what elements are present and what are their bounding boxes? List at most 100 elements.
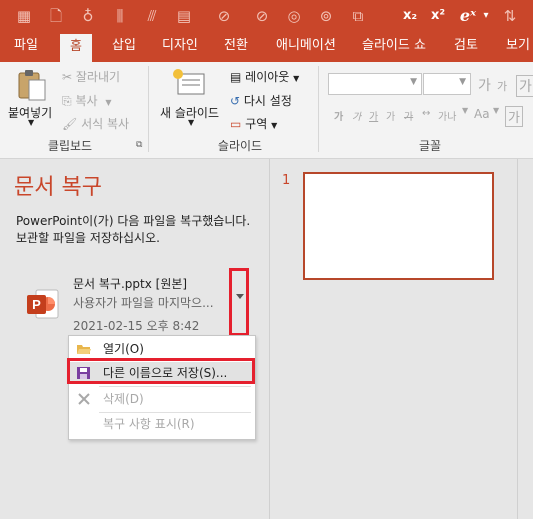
cut-label: 잘라내기 xyxy=(75,70,121,84)
chevron-down-icon: ▼ xyxy=(493,106,500,115)
file-name[interactable]: 문서 복구.pptx [원본] xyxy=(73,275,187,292)
menu-item-label: 복구 사항 표시(R) xyxy=(103,417,195,431)
menu-item-show-repairs[interactable]: 복구 사항 표시(R) xyxy=(69,413,253,435)
section-label: 구역 xyxy=(245,117,268,131)
underline-button[interactable]: 가 xyxy=(369,108,378,123)
bold-button[interactable]: 가 xyxy=(334,108,343,123)
file-status: 사용자가 파일을 마지막으... xyxy=(73,296,214,310)
chevron-down-icon: ▼ xyxy=(271,121,278,130)
menu-item-open[interactable]: 열기(O) xyxy=(69,338,253,360)
tab-design[interactable]: 디자인 xyxy=(152,32,208,62)
chevron-down-icon: ▼ xyxy=(188,118,195,127)
cut-button[interactable]: ✂ 잘라내기 xyxy=(62,68,120,85)
equation-button[interactable]: eˣ xyxy=(458,6,478,26)
layout-label: 레이아웃 xyxy=(245,70,290,84)
file-date: 2021-02-15 오후 8:42 xyxy=(73,319,200,333)
strikethrough-button[interactable]: 가 xyxy=(404,108,413,123)
align-icon[interactable]: ⫼ xyxy=(110,6,130,26)
font-size-combo[interactable]: ▼ xyxy=(423,73,471,95)
svg-text:P: P xyxy=(32,297,41,312)
menu-item-delete[interactable]: 삭제(D) xyxy=(69,388,253,410)
spacing-icon[interactable]: ↔ xyxy=(422,108,430,119)
section-icon: ▭ xyxy=(230,117,242,131)
dialog-launcher-icon[interactable]: ⧉ xyxy=(136,140,142,150)
powerpoint-file-icon: P xyxy=(27,289,59,319)
paste-icon xyxy=(18,70,46,101)
tab-animations[interactable]: 애니메이션 xyxy=(266,32,346,62)
tab-insert[interactable]: 삽입 xyxy=(102,32,146,62)
layout-button[interactable]: ▤ 레이아웃 ▼ xyxy=(230,68,299,85)
chevron-down-icon: ▼ xyxy=(28,118,35,127)
font-name-combo[interactable]: ▼ xyxy=(328,73,422,95)
scissors-icon: ✂ xyxy=(62,70,73,84)
tab-review[interactable]: 검토 xyxy=(444,32,488,62)
paste-button[interactable]: 붙여넣기 ▼ xyxy=(8,66,54,130)
new-slide-icon xyxy=(173,69,205,95)
delete-icon xyxy=(78,393,90,405)
highlight-dropdown xyxy=(229,268,249,336)
tab-view[interactable]: 보기 xyxy=(496,32,533,62)
slide-thumbnails-pane: 1 xyxy=(270,159,533,519)
copy-button[interactable]: ⎘ 복사 ▼ xyxy=(62,92,112,109)
new-slide-button[interactable]: 새 슬라이드 ▼ xyxy=(156,66,226,130)
no-fill-icon[interactable]: ⊘ xyxy=(214,6,234,26)
editor-edge xyxy=(517,159,518,519)
tab-transitions[interactable]: 전환 xyxy=(214,32,258,62)
copy-label: 복사 xyxy=(75,94,98,108)
superscript-button[interactable]: x² xyxy=(428,6,448,26)
grow-font-button[interactable]: 가 xyxy=(478,75,491,95)
reset-icon: ↺ xyxy=(230,94,241,108)
menu-item-label: 열기(O) xyxy=(103,342,144,356)
paintbrush-icon: 🖌 xyxy=(62,117,78,131)
file-context-menu: 열기(O) 다른 이름으로 저장(S)... 삭제(D) 복구 사항 표시(R) xyxy=(68,335,256,440)
chevron-down-icon: ▼ xyxy=(293,74,300,83)
highlight-save-as xyxy=(67,358,255,384)
align-center-icon[interactable]: ⫻ xyxy=(142,6,162,26)
clear-format-button[interactable]: 가 xyxy=(516,75,533,97)
font-color-button[interactable]: 가 xyxy=(505,106,523,127)
italic-button[interactable]: 가 xyxy=(352,108,361,123)
equation-dropdown[interactable]: ▾ xyxy=(476,6,496,26)
folder-open-icon xyxy=(77,345,91,354)
copy-format-icon[interactable]: ⧉ xyxy=(348,6,368,26)
no-fill-icon[interactable]: ⊚ xyxy=(316,6,336,26)
menu-item-label: 삭제(D) xyxy=(103,392,144,406)
shrink-font-button[interactable]: 가 xyxy=(497,78,507,94)
slide-number: 1 xyxy=(282,173,291,188)
copy-icon: ⎘ xyxy=(62,94,72,108)
new-slide-icon[interactable]: 🗋 xyxy=(46,6,66,26)
slides-group-label: 슬라이드 xyxy=(217,139,263,153)
tab-home[interactable]: 홈 xyxy=(60,34,92,62)
shape-icon[interactable]: ⊘ xyxy=(252,6,272,26)
group-separator xyxy=(318,66,319,152)
font-group-label: 글꼴 xyxy=(418,139,442,153)
pane-description: PowerPoint이(가) 다음 파일을 복구했습니다. 보관할 파일을 저장… xyxy=(16,214,251,245)
slide-thumbnail[interactable] xyxy=(303,172,494,280)
subscript-button[interactable]: x₂ xyxy=(400,6,420,26)
shape2-icon[interactable]: ◎ xyxy=(284,6,304,26)
section-button[interactable]: ▭ 구역 ▼ xyxy=(230,115,277,132)
layout-icon: ▤ xyxy=(230,70,242,84)
table-icon[interactable]: ▦ xyxy=(14,6,34,26)
format-painter-button[interactable]: 🖌 서식 복사 xyxy=(62,115,129,132)
menu-divider xyxy=(99,386,251,387)
pane-title: 문서 복구 xyxy=(14,175,102,200)
ribbon: 붙여넣기 ▼ ✂ 잘라내기 ⎘ 복사 ▼ 🖌 서식 복사 클립보드 ⧉ 새 슬라… xyxy=(0,62,533,159)
chevron-down-icon: ▼ xyxy=(105,98,112,107)
text-direction-icon[interactable]: ⇅ xyxy=(500,6,520,26)
clipboard-group-label: 클립보드 xyxy=(47,139,93,153)
quick-access-toolbar: ▦ 🗋 ♁ ⫼ ⫻ ▤ ⊘ ⊘ ◎ ⊚ ⧉ x₂ x² eˣ ▾ ⇅ xyxy=(0,0,533,32)
reset-button[interactable]: ↺ 다시 설정 xyxy=(230,92,292,109)
format-icon[interactable]: ♁ xyxy=(78,6,98,26)
chart-icon[interactable]: ▤ xyxy=(174,6,194,26)
character-spacing-button[interactable]: 가나 xyxy=(438,108,456,123)
tab-slideshow[interactable]: 슬라이드 쇼 xyxy=(352,32,436,62)
tab-file[interactable]: 파일 xyxy=(4,32,48,62)
format-painter-label: 서식 복사 xyxy=(81,117,130,131)
ribbon-tabs: 파일 홈 삽입 디자인 전환 애니메이션 슬라이드 쇼 검토 보기 xyxy=(0,32,533,62)
group-separator xyxy=(148,66,149,152)
shadow-button[interactable]: 가 xyxy=(386,108,395,123)
change-case-button[interactable]: Aa xyxy=(474,107,490,121)
chevron-down-icon: ▼ xyxy=(462,106,469,115)
chevron-down-icon: ▼ xyxy=(459,77,466,87)
